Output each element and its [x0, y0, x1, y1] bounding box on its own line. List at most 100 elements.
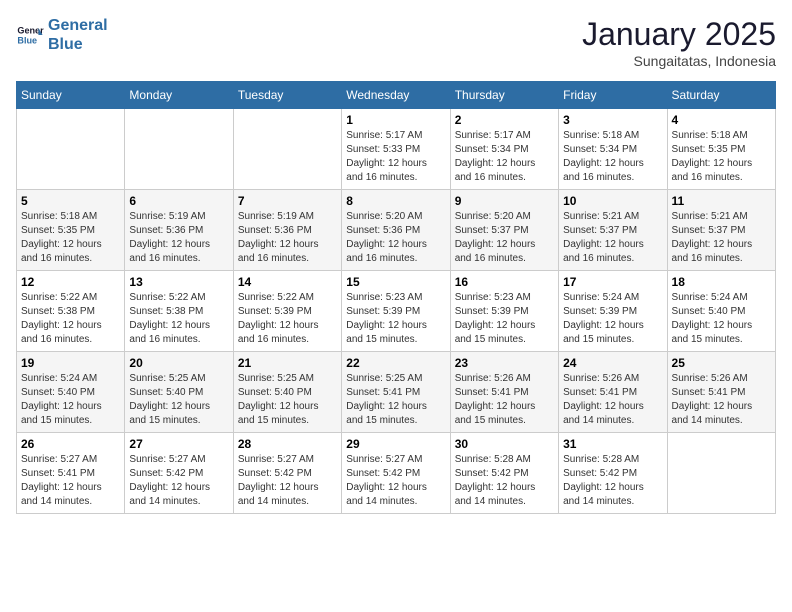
- day-cell: 7 Sunrise: 5:19 AM Sunset: 5:36 PM Daylig…: [233, 190, 341, 271]
- day-cell: 22 Sunrise: 5:25 AM Sunset: 5:41 PM Dayli…: [342, 352, 450, 433]
- day-number: 22: [346, 356, 445, 370]
- day-cell: 27 Sunrise: 5:27 AM Sunset: 5:42 PM Dayli…: [125, 433, 233, 514]
- day-cell: 28 Sunrise: 5:27 AM Sunset: 5:42 PM Dayli…: [233, 433, 341, 514]
- day-info: Sunrise: 5:25 AM Sunset: 5:40 PM Dayligh…: [129, 372, 228, 428]
- day-cell: 19 Sunrise: 5:24 AM Sunset: 5:40 PM Dayli…: [17, 352, 125, 433]
- logo-line1: General: [48, 17, 108, 34]
- day-cell: 15 Sunrise: 5:23 AM Sunset: 5:39 PM Dayli…: [342, 271, 450, 352]
- day-cell: 1 Sunrise: 5:17 AM Sunset: 5:33 PM Daylig…: [342, 109, 450, 190]
- week-row-1: 1 Sunrise: 5:17 AM Sunset: 5:33 PM Daylig…: [17, 109, 776, 190]
- day-cell: 4 Sunrise: 5:18 AM Sunset: 5:35 PM Daylig…: [667, 109, 775, 190]
- day-cell: 26Sunrise: 5:27 AM Sunset: 5:41 PM Dayli…: [17, 433, 125, 514]
- day-info: Sunrise: 5:20 AM Sunset: 5:37 PM Dayligh…: [455, 210, 554, 266]
- day-info: Sunrise: 5:22 AM Sunset: 5:38 PM Dayligh…: [21, 291, 120, 347]
- title-block: January 2025 Sungaitatas, Indonesia: [582, 16, 776, 69]
- day-info: Sunrise: 5:18 AM Sunset: 5:34 PM Dayligh…: [563, 129, 662, 185]
- day-cell: 5Sunrise: 5:18 AM Sunset: 5:35 PM Daylig…: [17, 190, 125, 271]
- day-number: 24: [563, 356, 662, 370]
- day-info: Sunrise: 5:19 AM Sunset: 5:36 PM Dayligh…: [129, 210, 228, 266]
- day-number: 29: [346, 437, 445, 451]
- day-number: 18: [672, 275, 771, 289]
- day-number: 31: [563, 437, 662, 451]
- day-number: 4: [672, 113, 771, 127]
- day-number: 2: [455, 113, 554, 127]
- week-row-2: 5Sunrise: 5:18 AM Sunset: 5:35 PM Daylig…: [17, 190, 776, 271]
- day-cell: 8Sunrise: 5:20 AM Sunset: 5:36 PM Daylig…: [342, 190, 450, 271]
- day-info: Sunrise: 5:26 AM Sunset: 5:41 PM Dayligh…: [455, 372, 554, 428]
- day-info: Sunrise: 5:25 AM Sunset: 5:41 PM Dayligh…: [346, 372, 445, 428]
- day-number: 11: [672, 194, 771, 208]
- day-number: 10: [563, 194, 662, 208]
- day-info: Sunrise: 5:23 AM Sunset: 5:39 PM Dayligh…: [346, 291, 445, 347]
- logo-line2: Blue: [48, 36, 83, 53]
- day-info: Sunrise: 5:18 AM Sunset: 5:35 PM Dayligh…: [672, 129, 771, 185]
- day-info: Sunrise: 5:26 AM Sunset: 5:41 PM Dayligh…: [563, 372, 662, 428]
- weekday-header-sunday: Sunday: [17, 82, 125, 109]
- weekday-header-row: SundayMondayTuesdayWednesdayThursdayFrid…: [17, 82, 776, 109]
- day-number: 7: [238, 194, 337, 208]
- day-number: 21: [238, 356, 337, 370]
- day-info: Sunrise: 5:26 AM Sunset: 5:41 PM Dayligh…: [672, 372, 771, 428]
- day-number: 13: [129, 275, 228, 289]
- day-number: 28: [238, 437, 337, 451]
- day-cell: 12 Sunrise: 5:22 AM Sunset: 5:38 PM Dayli…: [17, 271, 125, 352]
- day-info: Sunrise: 5:21 AM Sunset: 5:37 PM Dayligh…: [563, 210, 662, 266]
- day-cell: 2 Sunrise: 5:17 AM Sunset: 5:34 PM Daylig…: [450, 109, 558, 190]
- day-cell: 14 Sunrise: 5:22 AM Sunset: 5:39 PM Dayli…: [233, 271, 341, 352]
- day-cell: 25 Sunrise: 5:26 AM Sunset: 5:41 PM Dayli…: [667, 352, 775, 433]
- day-number: 27: [129, 437, 228, 451]
- day-cell: [125, 109, 233, 190]
- day-cell: 6 Sunrise: 5:19 AM Sunset: 5:36 PM Daylig…: [125, 190, 233, 271]
- logo-icon: General Blue: [16, 21, 44, 49]
- day-info: Sunrise: 5:19 AM Sunset: 5:36 PM Dayligh…: [238, 210, 337, 266]
- weekday-header-monday: Monday: [125, 82, 233, 109]
- day-number: 12: [21, 275, 120, 289]
- day-number: 6: [129, 194, 228, 208]
- weekday-header-saturday: Saturday: [667, 82, 775, 109]
- page-header: General Blue General Blue January 2025 S…: [16, 16, 776, 69]
- day-info: Sunrise: 5:22 AM Sunset: 5:39 PM Dayligh…: [238, 291, 337, 347]
- day-cell: 3 Sunrise: 5:18 AM Sunset: 5:34 PM Daylig…: [559, 109, 667, 190]
- day-info: Sunrise: 5:17 AM Sunset: 5:34 PM Dayligh…: [455, 129, 554, 185]
- day-number: 16: [455, 275, 554, 289]
- day-number: 25: [672, 356, 771, 370]
- day-info: Sunrise: 5:27 AM Sunset: 5:42 PM Dayligh…: [238, 453, 337, 509]
- day-cell: 23 Sunrise: 5:26 AM Sunset: 5:41 PM Dayli…: [450, 352, 558, 433]
- day-cell: 10 Sunrise: 5:21 AM Sunset: 5:37 PM Dayli…: [559, 190, 667, 271]
- day-info: Sunrise: 5:24 AM Sunset: 5:40 PM Dayligh…: [21, 372, 120, 428]
- day-number: 3: [563, 113, 662, 127]
- week-row-5: 26Sunrise: 5:27 AM Sunset: 5:41 PM Dayli…: [17, 433, 776, 514]
- day-cell: [667, 433, 775, 514]
- day-cell: 16 Sunrise: 5:23 AM Sunset: 5:39 PM Dayli…: [450, 271, 558, 352]
- day-cell: 11 Sunrise: 5:21 AM Sunset: 5:37 PM Dayli…: [667, 190, 775, 271]
- day-info: Sunrise: 5:21 AM Sunset: 5:37 PM Dayligh…: [672, 210, 771, 266]
- day-number: 8: [346, 194, 445, 208]
- day-number: 26: [21, 437, 120, 451]
- weekday-header-thursday: Thursday: [450, 82, 558, 109]
- day-info: Sunrise: 5:17 AM Sunset: 5:33 PM Dayligh…: [346, 129, 445, 185]
- day-cell: 24 Sunrise: 5:26 AM Sunset: 5:41 PM Dayli…: [559, 352, 667, 433]
- day-number: 5: [21, 194, 120, 208]
- day-number: 15: [346, 275, 445, 289]
- day-number: 23: [455, 356, 554, 370]
- weekday-header-friday: Friday: [559, 82, 667, 109]
- day-cell: 29Sunrise: 5:27 AM Sunset: 5:42 PM Dayli…: [342, 433, 450, 514]
- day-cell: 18Sunrise: 5:24 AM Sunset: 5:40 PM Dayli…: [667, 271, 775, 352]
- day-cell: 17 Sunrise: 5:24 AM Sunset: 5:39 PM Dayli…: [559, 271, 667, 352]
- day-info: Sunrise: 5:24 AM Sunset: 5:39 PM Dayligh…: [563, 291, 662, 347]
- day-number: 14: [238, 275, 337, 289]
- day-info: Sunrise: 5:27 AM Sunset: 5:42 PM Dayligh…: [129, 453, 228, 509]
- day-cell: [233, 109, 341, 190]
- day-info: Sunrise: 5:22 AM Sunset: 5:38 PM Dayligh…: [129, 291, 228, 347]
- weekday-header-wednesday: Wednesday: [342, 82, 450, 109]
- day-number: 20: [129, 356, 228, 370]
- day-cell: [17, 109, 125, 190]
- day-info: Sunrise: 5:23 AM Sunset: 5:39 PM Dayligh…: [455, 291, 554, 347]
- day-info: Sunrise: 5:25 AM Sunset: 5:40 PM Dayligh…: [238, 372, 337, 428]
- day-number: 19: [21, 356, 120, 370]
- day-number: 17: [563, 275, 662, 289]
- logo-text: General Blue: [48, 16, 108, 54]
- calendar-table: SundayMondayTuesdayWednesdayThursdayFrid…: [16, 81, 776, 514]
- day-number: 1: [346, 113, 445, 127]
- day-info: Sunrise: 5:28 AM Sunset: 5:42 PM Dayligh…: [455, 453, 554, 509]
